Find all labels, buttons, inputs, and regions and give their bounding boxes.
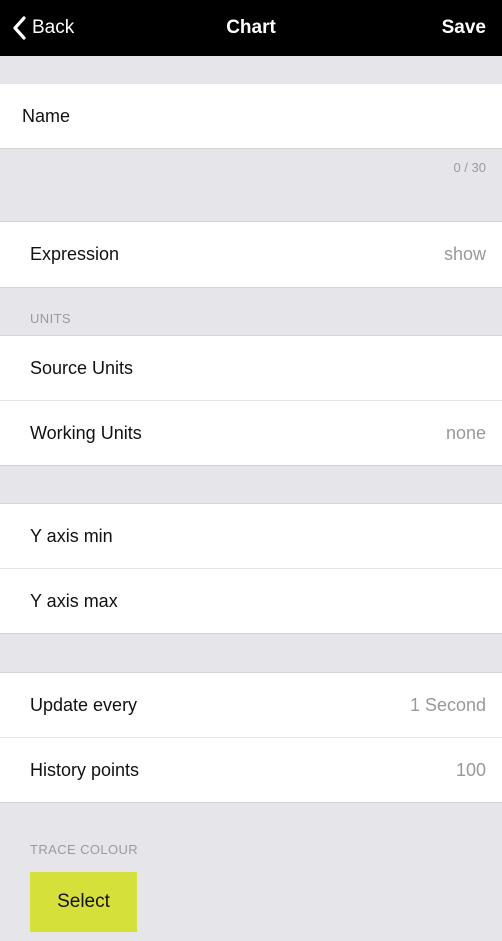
working-units-label: Working Units: [30, 422, 142, 443]
chart-settings-screen: Back Chart Save 0 / 30 Expression show U…: [0, 0, 502, 941]
history-points-label: History points: [30, 759, 140, 780]
update-every-row[interactable]: Update every 1 Second: [0, 673, 502, 737]
history-points-value: 100: [455, 759, 486, 780]
divider: [0, 633, 502, 634]
y-axis-max-row[interactable]: Y axis max: [0, 569, 502, 633]
divider: [0, 287, 502, 288]
name-field-row[interactable]: [0, 84, 502, 148]
y-axis-min-label: Y axis min: [30, 525, 113, 546]
source-units-row[interactable]: Source Units: [0, 336, 502, 400]
divider: [0, 148, 502, 149]
navigation-bar: Back Chart Save: [0, 0, 502, 56]
select-colour-button[interactable]: Select: [30, 872, 137, 932]
source-units-label: Source Units: [30, 357, 134, 378]
divider: [0, 802, 502, 803]
y-axis-max-label: Y axis max: [30, 590, 118, 611]
expression-value: show: [443, 244, 486, 264]
save-button[interactable]: Save: [442, 0, 486, 56]
update-every-value: 1 Second: [409, 694, 486, 715]
chevron-left-icon: [12, 16, 26, 40]
expression-row[interactable]: Expression show: [0, 222, 502, 287]
working-units-row[interactable]: Working Units none: [0, 401, 502, 465]
update-every-label: Update every: [30, 694, 138, 715]
history-points-row[interactable]: History points 100: [0, 738, 502, 802]
page-title: Chart: [226, 17, 276, 38]
expression-label: Expression: [30, 244, 120, 264]
back-label: Back: [32, 17, 75, 38]
y-axis-min-row[interactable]: Y axis min: [0, 504, 502, 568]
back-button[interactable]: Back: [12, 0, 74, 56]
name-character-counter: 0 / 30: [453, 160, 486, 175]
name-input[interactable]: [22, 105, 462, 127]
working-units-value: none: [445, 422, 486, 443]
units-section-header: UNITS: [30, 311, 71, 326]
divider: [0, 465, 502, 466]
trace-colour-section-header: TRACE COLOUR: [30, 842, 139, 857]
